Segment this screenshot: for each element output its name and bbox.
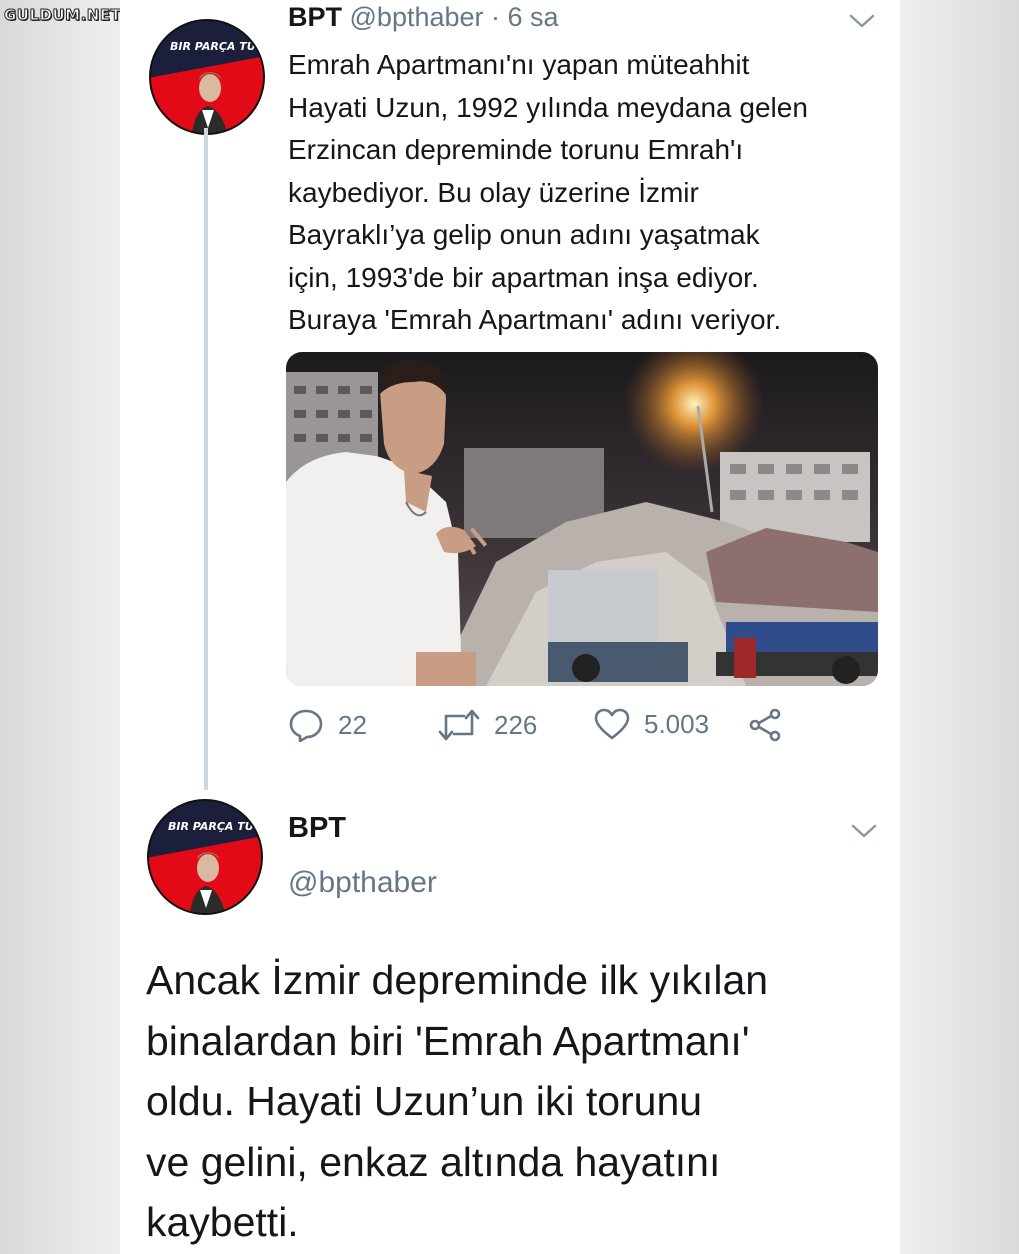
tweet-text-line: binalardan biri 'Emrah Apartmanı' (146, 1017, 750, 1064)
tweet-text-line: ve gelini, enkaz altında hayatını (146, 1138, 721, 1185)
author-handle[interactable]: @bpthaber (350, 2, 484, 32)
tweet-media-photo[interactable] (286, 352, 878, 686)
tweet-text-line: Erzincan depreminde torunu Emrah'ı (288, 134, 744, 165)
like-count: 5.003 (644, 708, 710, 739)
tweet-actions: 22 226 5.003 (288, 708, 808, 754)
tweet-time[interactable]: · 6 sa (491, 2, 559, 32)
earthquake-rubble-photo (286, 352, 878, 686)
background-right (899, 0, 1019, 1254)
avatar-logo-image: BIR PARÇA TÜRK (149, 19, 265, 135)
reply-button[interactable]: 22 (288, 708, 367, 742)
tweet-text-line: Hayati Uzun, 1992 yılında meydana gelen (288, 91, 808, 123)
watermark: GULDUM.NET (3, 6, 122, 25)
retweet-button[interactable]: 226 (438, 708, 537, 742)
tweet-header: BPT @bpthaber · 6 sa (288, 2, 559, 33)
retweet-icon (438, 709, 480, 741)
avatar[interactable]: BIR PARÇA TÜRK (148, 18, 266, 136)
tweet-text-line: Ancak İzmir depreminde ilk yıkılan (146, 957, 769, 1003)
chevron-down-icon[interactable] (848, 12, 876, 30)
author-name[interactable]: BPT (288, 812, 346, 845)
tweet-text-line: Buraya 'Emrah Apartmanı' adını veriyor. (288, 304, 782, 335)
author-handle[interactable]: @bpthaber (288, 866, 437, 900)
like-button[interactable]: 5.003 (594, 708, 709, 740)
chevron-down-icon[interactable] (850, 822, 878, 840)
author-name[interactable]: BPT (288, 2, 342, 32)
like-icon (594, 708, 630, 740)
tweet-text-line: oldu. Hayati Uzun’un iki torunu (146, 1078, 703, 1124)
avatar-logo-image: BIR PARÇA TÜRK (147, 799, 263, 915)
avatar[interactable]: BIR PARÇA TÜRK (146, 798, 264, 916)
tweet-card: BIR PARÇA TÜRK BPT @bpthaber · 6 sa Emra… (120, 0, 900, 1254)
tweet-text-line: Emrah Apartmanı'nı yapan müteahhit (288, 49, 750, 80)
share-button[interactable] (748, 708, 796, 742)
tweet-text: Emrah Apartmanı'nı yapan müteahhit Hayat… (288, 44, 888, 342)
tweet-text-line: kaybediyor. Bu olay üzerine İzmir (288, 176, 699, 208)
reply-count: 22 (338, 709, 367, 740)
retweet-count: 226 (494, 709, 538, 740)
background-left (0, 0, 120, 1254)
tweet-text-line: için, 1993'de bir apartman inşa ediyor. (288, 261, 759, 293)
tweet-text-line: Bayraklı’ya gelip onun adını yaşatmak (288, 219, 760, 250)
tweet-text: Ancak İzmir depreminde ilk yıkılan binal… (146, 950, 886, 1253)
tweet-text-line: kaybetti. (146, 1199, 299, 1245)
reply-icon (289, 709, 323, 742)
thread-line (204, 128, 208, 790)
share-icon (749, 708, 781, 742)
